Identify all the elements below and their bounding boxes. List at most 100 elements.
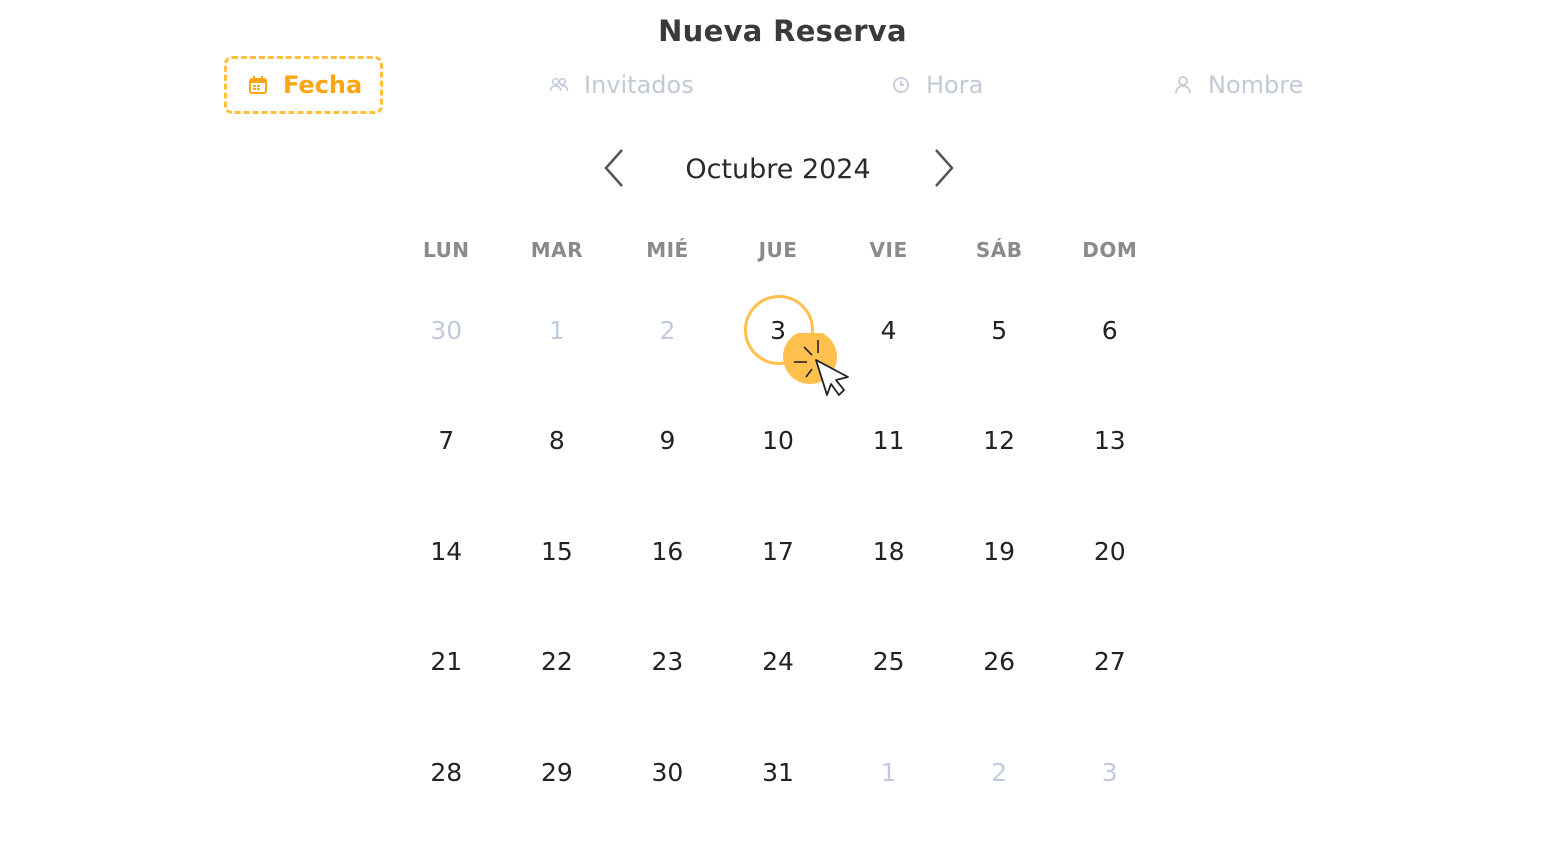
calendar-day[interactable]: 18 [833,496,944,607]
day-number: 9 [659,426,676,456]
day-number: 30 [651,757,684,787]
calendar-day[interactable]: 22 [502,607,613,718]
calendar-day[interactable]: 28 [391,717,502,828]
day-number: 3 [770,315,786,345]
day-number: 31 [762,757,794,787]
day-number: 22 [540,647,573,677]
day-number: 12 [983,426,1016,456]
step-invitados[interactable]: Invitados [548,56,694,114]
user-icon [1172,74,1194,96]
day-number: 19 [983,536,1016,566]
day-number: 7 [438,426,455,456]
day-number: 8 [548,426,565,456]
day-number: 20 [1093,536,1126,566]
month-label: Octubre 2024 [685,154,871,185]
day-number: 4 [880,315,897,345]
calendar-day[interactable]: 20 [1054,496,1165,607]
calendar-week: 30 1 2 3 4 5 6 [391,275,1165,386]
day-number: 29 [540,757,573,787]
calendar-day[interactable]: 31 [723,717,834,828]
users-icon [548,74,570,96]
calendar-week: 21 22 23 24 25 26 27 [391,607,1165,718]
day-number: 13 [1093,426,1126,456]
step-label: Fecha [283,71,363,99]
weekday-label: VIE [869,238,908,262]
day-number: 24 [762,647,794,677]
step-nombre[interactable]: Nombre [1172,56,1303,114]
day-number: 26 [983,647,1016,677]
calendar-day[interactable]: 16 [612,496,723,607]
calendar-day[interactable]: 5 [944,275,1055,386]
calendar-day[interactable]: 8 [502,386,613,497]
calendar-day[interactable]: 26 [944,607,1055,718]
chevron-left-icon [602,148,626,192]
calendar-day[interactable]: 13 [1054,386,1165,497]
calendar-day[interactable]: 9 [612,386,723,497]
clock-icon [890,74,912,96]
calendar-day[interactable]: 25 [833,607,944,718]
day-number: 25 [872,647,905,677]
calendar-day[interactable]: 29 [502,717,613,828]
calendar-day[interactable]: 2 [944,717,1055,828]
day-number: 1 [880,757,897,787]
prev-month-button[interactable] [594,146,634,194]
step-hora[interactable]: Hora [890,56,983,114]
calendar-day[interactable]: 21 [391,607,502,718]
step-label: Hora [926,71,984,99]
calendar-day[interactable]: 30 [612,717,723,828]
day-number: 28 [430,757,463,787]
step-label: Nombre [1208,71,1304,99]
day-number: 30 [430,315,463,345]
month-navigation: Octubre 2024 [0,146,1565,196]
calendar-day[interactable]: 23 [612,607,723,718]
calendar-day-selected[interactable]: 3 [723,275,834,386]
day-number: 1 [548,315,565,345]
calendar-day[interactable]: 30 [391,275,502,386]
day-number: 3 [1101,757,1118,787]
weekday-header: LUN MAR MIÉ JUE VIE SÁB DOM [391,238,1165,262]
step-fecha[interactable]: Fecha [224,56,383,114]
calendar-day[interactable]: 19 [944,496,1055,607]
calendar-day[interactable]: 6 [1054,275,1165,386]
calendar-day[interactable]: 17 [723,496,834,607]
calendar-day[interactable]: 1 [502,275,613,386]
calendar-day[interactable]: 2 [612,275,723,386]
calendar-day[interactable]: 27 [1054,607,1165,718]
calendar-day[interactable]: 14 [391,496,502,607]
steps-bar: Fecha Invitados Hora Nombre [0,56,1565,116]
day-number: 11 [872,426,905,456]
day-number: 5 [991,315,1008,345]
weekday-label: DOM [1082,238,1138,262]
day-number: 27 [1093,647,1126,677]
day-number: 17 [762,536,794,566]
day-number: 2 [991,757,1008,787]
day-number: 18 [872,536,905,566]
weekday-label: JUE [758,238,798,262]
calendar-week: 14 15 16 17 18 19 20 [391,496,1165,607]
calendar-day[interactable]: 11 [833,386,944,497]
day-number: 16 [651,536,684,566]
chevron-right-icon [932,148,956,192]
day-number: 2 [659,315,676,345]
weekday-label: MAR [530,238,583,262]
next-month-button[interactable] [924,146,964,194]
day-number: 23 [651,647,684,677]
calendar-day[interactable]: 7 [391,386,502,497]
weekday-label: LUN [423,238,470,262]
calendar-day[interactable]: 1 [833,717,944,828]
calendar-day[interactable]: 10 [723,386,834,497]
page-title: Nueva Reserva [658,14,907,48]
weekday-label: MIÉ [646,238,689,262]
calendar-day[interactable]: 3 [1054,717,1165,828]
day-number: 6 [1101,315,1118,345]
calendar-day[interactable]: 24 [723,607,834,718]
calendar-day[interactable]: 12 [944,386,1055,497]
day-number: 15 [540,536,573,566]
calendar-grid: 30 1 2 3 4 5 6 7 8 9 10 11 12 13 14 15 1… [391,275,1165,828]
calendar-week: 28 29 30 31 1 2 3 [391,717,1165,828]
day-number: 10 [762,426,794,456]
day-number: 21 [430,647,463,677]
calendar-day[interactable]: 4 [833,275,944,386]
calendar-day[interactable]: 15 [502,496,613,607]
calendar-icon [247,74,269,96]
